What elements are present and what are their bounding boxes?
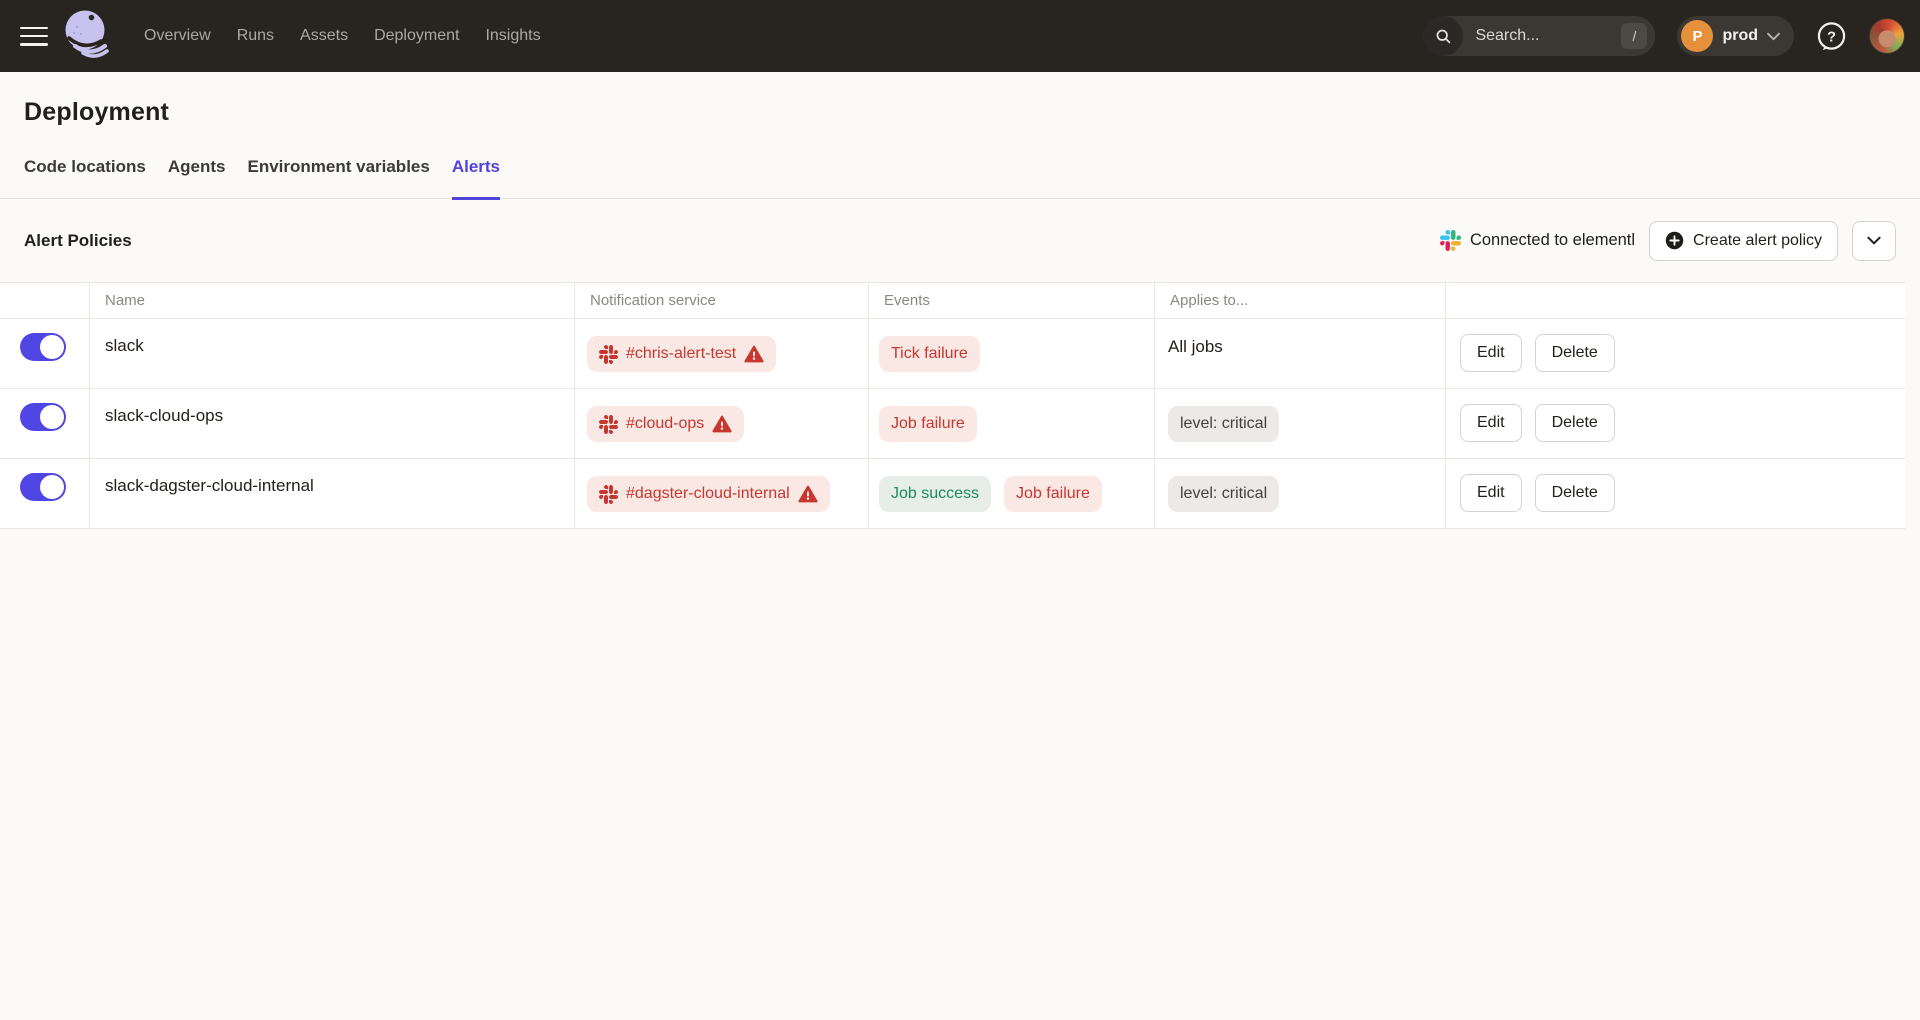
notification-channel-badge: #chris-alert-test <box>587 336 776 372</box>
search-shortcut-key: / <box>1621 23 1647 49</box>
tab-alerts[interactable]: Alerts <box>452 157 500 200</box>
header-applies-to: Applies to... <box>1155 283 1446 318</box>
help-button[interactable]: ? <box>1816 21 1847 52</box>
alert-policies-table: Name Notification service Events Applies… <box>0 282 1905 529</box>
deployment-tabs: Code locations Agents Environment variable… <box>0 157 1920 199</box>
table-row: slack-dagster-cloud-internal #d <box>0 459 1905 529</box>
table-row: slack-cloud-ops #cloud-ops <box>0 389 1905 459</box>
slack-icon <box>599 415 618 434</box>
nav-item-runs[interactable]: Runs <box>237 27 274 45</box>
search-input[interactable]: Search... / <box>1423 16 1655 56</box>
channel-name: #chris-alert-test <box>626 345 736 363</box>
applies-to-cell: level: critical <box>1155 389 1446 458</box>
alert-policies-table-body: slack #chris-alert-test <box>0 319 1905 529</box>
user-avatar[interactable] <box>1869 18 1905 54</box>
toggle-knob <box>40 335 64 359</box>
events-cell: Tick failure <box>869 319 1155 388</box>
policy-name: slack-cloud-ops <box>105 406 223 425</box>
slack-icon <box>1440 230 1461 251</box>
dagster-logo[interactable] <box>60 7 116 65</box>
edit-button[interactable]: Edit <box>1460 334 1522 372</box>
toggle-knob <box>40 405 64 429</box>
events-cell: Job failure <box>869 389 1155 458</box>
more-options-button[interactable] <box>1852 221 1896 261</box>
main-nav: Overview Runs Assets Deployment Insights <box>144 27 541 45</box>
deployment-name: prod <box>1722 27 1758 45</box>
header-toggle-column <box>0 283 90 318</box>
applies-to-text: All jobs <box>1168 336 1223 357</box>
main-content: Deployment Code locations Agents Environme… <box>0 72 1920 529</box>
event-badge-job-failure: Job failure <box>879 406 977 442</box>
notification-channel-badge: #dagster-cloud-internal <box>587 476 830 512</box>
applies-to-badge: level: critical <box>1168 476 1279 512</box>
policy-enabled-toggle[interactable] <box>20 333 66 361</box>
event-badge-tick-failure: Tick failure <box>879 336 980 372</box>
event-badge-job-success: Job success <box>879 476 991 512</box>
top-navbar: Overview Runs Assets Deployment Insights Sea… <box>0 0 1920 72</box>
delete-button[interactable]: Delete <box>1535 404 1615 442</box>
create-alert-policy-label: Create alert policy <box>1693 232 1822 250</box>
create-alert-policy-button[interactable]: Create alert policy <box>1649 221 1838 261</box>
policy-name: slack <box>105 336 144 355</box>
tab-agents[interactable]: Agents <box>168 157 226 200</box>
toggle-knob <box>40 475 64 499</box>
menu-button[interactable] <box>20 27 48 46</box>
section-heading: Alert Policies <box>24 231 132 251</box>
page-title: Deployment <box>0 72 1920 127</box>
nav-item-assets[interactable]: Assets <box>300 27 348 45</box>
header-name: Name <box>90 283 575 318</box>
policy-enabled-toggle[interactable] <box>20 473 66 501</box>
slack-icon <box>599 485 618 504</box>
nav-item-overview[interactable]: Overview <box>144 27 211 45</box>
edit-button[interactable]: Edit <box>1460 474 1522 512</box>
channel-name: #dagster-cloud-internal <box>626 485 790 503</box>
edit-button[interactable]: Edit <box>1460 404 1522 442</box>
svg-text:?: ? <box>1827 29 1836 45</box>
notification-channel-badge: #cloud-ops <box>587 406 744 442</box>
nav-item-deployment[interactable]: Deployment <box>374 27 459 45</box>
plus-icon <box>1665 231 1684 250</box>
section-actions: Connected to elementl Create alert polic… <box>1440 221 1896 261</box>
help-icon: ? <box>1816 21 1847 52</box>
alert-policies-header: Alert Policies Connected to elementl <box>0 199 1920 282</box>
applies-to-badge: level: critical <box>1168 406 1279 442</box>
warning-icon <box>744 345 764 363</box>
delete-button[interactable]: Delete <box>1535 334 1615 372</box>
header-events: Events <box>869 283 1155 318</box>
chevron-down-icon <box>1767 32 1780 41</box>
connected-text: Connected to elementl <box>1470 231 1635 250</box>
warning-icon <box>712 415 732 433</box>
events-cell: Job success Job failure <box>869 459 1155 528</box>
tab-code-locations[interactable]: Code locations <box>24 157 146 200</box>
warning-icon <box>798 485 818 503</box>
chevron-down-icon <box>1867 236 1881 245</box>
channel-name: #cloud-ops <box>626 415 704 433</box>
header-actions-column <box>1446 283 1905 318</box>
slack-icon <box>599 345 618 364</box>
policy-enabled-toggle[interactable] <box>20 403 66 431</box>
delete-button[interactable]: Delete <box>1535 474 1615 512</box>
header-notification-service: Notification service <box>575 283 869 318</box>
tab-environment-variables[interactable]: Environment variables <box>247 157 429 200</box>
applies-to-cell: All jobs <box>1155 319 1446 388</box>
search-icon <box>1423 16 1463 56</box>
navbar-right: Search... / P prod ? <box>1423 16 1905 56</box>
search-placeholder: Search... <box>1475 27 1539 45</box>
table-row: slack #chris-alert-test <box>0 319 1905 389</box>
slack-connection-status: Connected to elementl <box>1440 230 1635 251</box>
applies-to-cell: level: critical <box>1155 459 1446 528</box>
nav-item-insights[interactable]: Insights <box>485 27 540 45</box>
table-header-row: Name Notification service Events Applies… <box>0 283 1905 319</box>
policy-name: slack-dagster-cloud-internal <box>105 476 314 495</box>
event-badge-job-failure: Job failure <box>1004 476 1102 512</box>
deployment-switcher[interactable]: P prod <box>1677 16 1794 56</box>
deployment-avatar: P <box>1681 20 1713 52</box>
